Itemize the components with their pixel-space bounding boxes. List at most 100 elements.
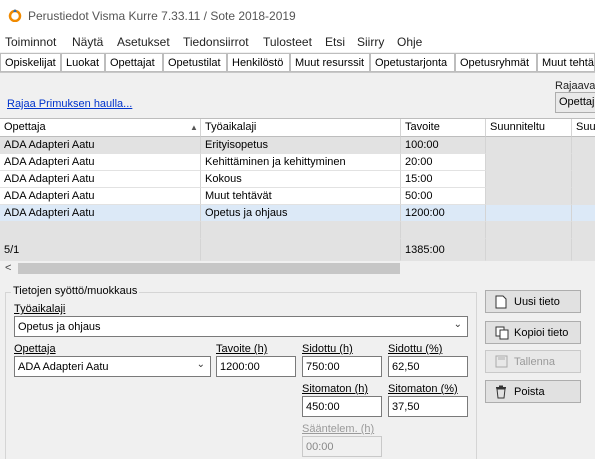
tab-luokat[interactable]: Luokat	[61, 53, 105, 72]
column-header-suun[interactable]: Suun	[572, 119, 595, 137]
editor-group-title: Tietojen syöttö/muokkaus	[11, 285, 140, 297]
kurre-app-icon	[8, 9, 22, 22]
table-cell[interactable]	[572, 137, 595, 154]
menu-nayta[interactable]: Näytä	[72, 35, 103, 49]
tab-muut-resurssit[interactable]: Muut resurssit	[290, 53, 370, 72]
empty-cell	[572, 222, 595, 239]
opettaja-label: Opettaja	[14, 343, 56, 355]
table-cell-selected[interactable]: ADA Adapteri Aatu	[0, 205, 201, 222]
sitomaton-h-label: Sitomaton (h)	[302, 383, 369, 395]
saantelem-label: Sääntelem. (h)	[302, 423, 375, 435]
table-cell[interactable]: Kehittäminen ja kehittyminen	[201, 154, 401, 171]
scroll-left-icon[interactable]: <	[5, 262, 11, 274]
data-grid[interactable]: Opettaja Työaikalaji Tavoite Suunniteltu…	[0, 118, 595, 261]
sidottu-h-input[interactable]: 750:00	[302, 356, 382, 377]
table-cell[interactable]: Muut tehtävät	[201, 188, 401, 205]
tab-muut-tehtavat[interactable]: Muut tehtä	[537, 53, 595, 72]
tyoaikalaji-label: Työaikalaji	[14, 303, 66, 315]
opettaja-dropdown[interactable]: ADA Adapteri Aatu ⌄	[14, 356, 211, 377]
table-cell-selected[interactable]: 1200:00	[401, 205, 486, 222]
column-header-suunniteltu[interactable]: Suunniteltu	[486, 119, 572, 137]
tab-henkilosto[interactable]: Henkilöstö	[227, 53, 290, 72]
table-cell[interactable]: 20:00	[401, 154, 486, 171]
sitomaton-pct-label: Sitomaton (%)	[388, 383, 458, 395]
table-cell[interactable]	[486, 137, 572, 154]
copy-record-label: Kopioi tieto	[514, 327, 569, 339]
copy-icon	[495, 326, 509, 340]
tavoite-label: Tavoite (h)	[216, 343, 268, 355]
table-cell-selected[interactable]	[572, 205, 595, 222]
table-cell[interactable]: ADA Adapteri Aatu	[0, 171, 201, 188]
tavoite-input[interactable]: 1200:00	[216, 356, 296, 377]
menu-tiedonsiirrot[interactable]: Tiedonsiirrot	[183, 35, 249, 49]
sort-ascending-icon[interactable]: ▲	[190, 123, 198, 132]
delete-button[interactable]: Poista	[485, 380, 581, 403]
empty-cell	[486, 222, 572, 239]
chevron-down-icon[interactable]: ⌄	[197, 359, 205, 370]
table-cell[interactable]	[486, 171, 572, 188]
table-cell[interactable]: 50:00	[401, 188, 486, 205]
empty-cell	[0, 222, 201, 239]
copy-record-button[interactable]: Kopioi tieto	[485, 321, 581, 344]
horizontal-scrollbar[interactable]: <	[0, 261, 595, 276]
menu-toiminnot[interactable]: Toiminnot	[5, 35, 56, 49]
column-header-tyoaikalaji[interactable]: Työaikalaji	[201, 119, 401, 137]
table-cell[interactable]	[572, 171, 595, 188]
new-record-label: Uusi tieto	[514, 296, 560, 308]
menu-asetukset[interactable]: Asetukset	[117, 35, 170, 49]
footer-cell	[201, 239, 401, 261]
table-cell[interactable]: Kokous	[201, 171, 401, 188]
window-titlebar: Perustiedot Visma Kurre 7.33.11 / Sote 2…	[0, 0, 595, 32]
tyoaikalaji-dropdown[interactable]: Opetus ja ohjaus ⌄	[14, 316, 468, 337]
save-disk-icon	[495, 355, 508, 368]
table-cell[interactable]: 100:00	[401, 137, 486, 154]
tab-opetusryhmat[interactable]: Opetusryhmät	[455, 53, 537, 72]
save-button[interactable]: Tallenna	[485, 350, 581, 373]
saantelem-input: 00:00	[302, 436, 382, 457]
table-cell-selected[interactable]	[486, 205, 572, 222]
empty-cell	[201, 222, 401, 239]
footer-count: 5/1	[0, 239, 201, 261]
tab-opettajat[interactable]: Opettajat	[105, 53, 163, 72]
table-cell-selected[interactable]: Opetus ja ohjaus	[201, 205, 401, 222]
new-record-button[interactable]: Uusi tieto	[485, 290, 581, 313]
sitomaton-h-input[interactable]: 450:00	[302, 396, 382, 417]
footer-total: 1385:00	[401, 239, 486, 261]
menu-siirry[interactable]: Siirry	[357, 35, 384, 49]
tyoaikalaji-value: Opetus ja ohjaus	[18, 321, 101, 333]
table-cell[interactable]: ADA Adapteri Aatu	[0, 188, 201, 205]
empty-cell	[401, 222, 486, 239]
tab-opetustilat[interactable]: Opetustilat	[163, 53, 227, 72]
tab-opetustarjonta[interactable]: Opetustarjonta	[370, 53, 455, 72]
table-cell[interactable]: 15:00	[401, 171, 486, 188]
new-document-icon	[495, 295, 507, 309]
menu-tulosteet[interactable]: Tulosteet	[263, 35, 312, 49]
tab-opiskelijat[interactable]: Opiskelijat	[0, 53, 61, 72]
trash-icon	[496, 385, 506, 399]
menu-bar: Toiminnot Näytä Asetukset Tiedonsiirrot …	[0, 32, 595, 52]
window-title: Perustiedot Visma Kurre 7.33.11 / Sote 2…	[28, 9, 296, 23]
tab-bar: Opiskelijat Luokat Opettajat Opetustilat…	[0, 52, 595, 73]
table-cell[interactable]	[572, 154, 595, 171]
column-header-tavoite[interactable]: Tavoite	[401, 119, 486, 137]
menu-ohje[interactable]: Ohje	[397, 35, 422, 49]
table-cell[interactable]: ADA Adapteri Aatu	[0, 137, 201, 154]
menu-etsi[interactable]: Etsi	[325, 35, 345, 49]
table-cell[interactable]	[486, 188, 572, 205]
scrollbar-thumb[interactable]	[18, 263, 400, 274]
sidottu-pct-input[interactable]: 62,50	[388, 356, 468, 377]
table-cell[interactable]	[572, 188, 595, 205]
sitomaton-pct-input[interactable]: 37,50	[388, 396, 468, 417]
sidottu-h-label: Sidottu (h)	[302, 343, 353, 355]
delete-label: Poista	[514, 386, 545, 398]
primus-filter-link[interactable]: Rajaa Primuksen haulla...	[7, 98, 132, 110]
table-cell[interactable]: Erityisopetus	[201, 137, 401, 154]
rajaava-select[interactable]: Opettaj	[555, 92, 595, 113]
sidottu-pct-label: Sidottu (%)	[388, 343, 443, 355]
chevron-down-icon[interactable]: ⌄	[454, 319, 462, 330]
rajaava-label: Rajaava	[555, 80, 595, 92]
column-header-opettaja[interactable]: Opettaja	[0, 119, 201, 137]
table-cell[interactable]: ADA Adapteri Aatu	[0, 154, 201, 171]
table-cell[interactable]	[486, 154, 572, 171]
save-label: Tallenna	[514, 356, 555, 368]
